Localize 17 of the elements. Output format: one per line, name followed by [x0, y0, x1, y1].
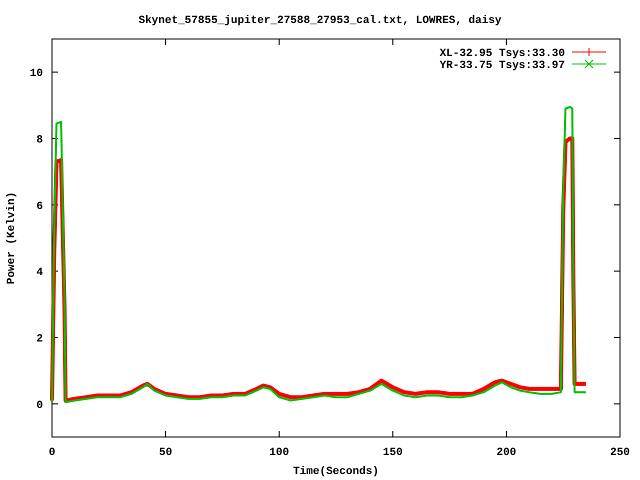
x-tick-label: 50: [159, 447, 172, 459]
y-tick-label: 8: [36, 134, 43, 146]
y-tick-label: 0: [36, 400, 43, 412]
chart-title: Skynet_57855_jupiter_27588_27953_cal.txt, LOWRES, daisy: [138, 15, 502, 27]
x-tick-label: 250: [610, 447, 630, 459]
y-tick-label: 6: [36, 200, 43, 213]
y-axis-label: Power (Kelvin): [6, 192, 18, 284]
x-tick-label: 0: [48, 447, 56, 459]
x-tick-label: 100: [269, 447, 290, 459]
y-tick-label: 10: [30, 68, 43, 80]
y-tick-label: 2: [36, 334, 43, 346]
y-tick-label: 4: [36, 267, 43, 280]
legend-label: XL-32.95 Tsys:33.30: [440, 48, 565, 60]
legend-label: YR-33.75 Tsys:33.97: [440, 60, 565, 72]
x-axis-label: Time(Seconds): [293, 466, 379, 478]
x-tick-label: 200: [496, 447, 516, 459]
x-tick-label: 150: [382, 447, 403, 459]
